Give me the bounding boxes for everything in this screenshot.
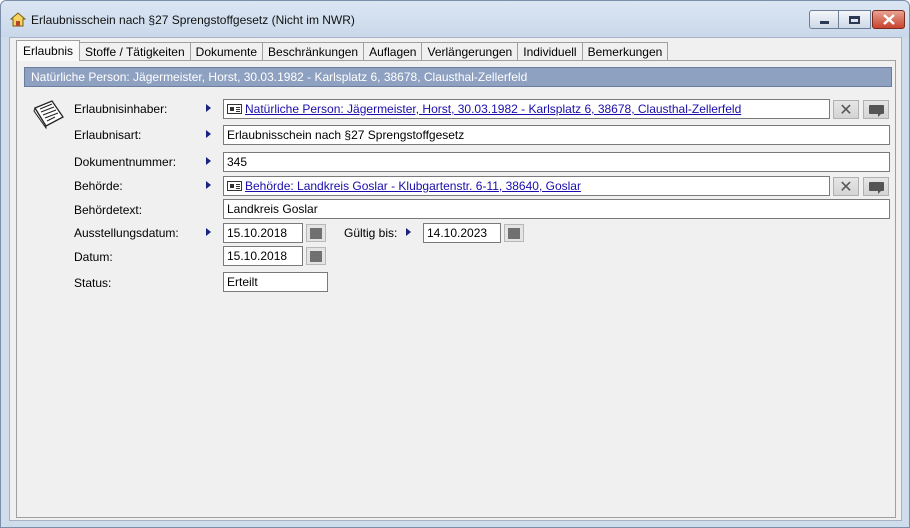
behoerde-clear-button[interactable]: ✕ [833, 177, 859, 196]
calendar-icon [508, 227, 520, 239]
status-field[interactable]: Erteilt [223, 272, 328, 292]
dokumentnummer-label: Dokumentnummer: [74, 155, 177, 169]
authority-card-icon [227, 181, 242, 191]
record-header: Natürliche Person: Jägermeister, Horst, … [24, 67, 892, 87]
calendar-icon [310, 227, 322, 239]
tab-bemerkungen[interactable]: Bemerkungen [582, 42, 669, 61]
close-icon [882, 14, 895, 25]
permit-document-icon [33, 100, 64, 129]
behoerde-link[interactable]: Behörde: Landkreis Goslar - Klubgartenst… [245, 179, 581, 193]
minimize-icon [819, 21, 829, 24]
clear-icon: ✕ [839, 176, 853, 196]
main-window: Erlaubnisschein nach §27 Sprengstoffgese… [0, 0, 910, 528]
gueltig-bis-calendar-button[interactable] [504, 224, 524, 242]
behoerdetext-label: Behördetext: [74, 203, 143, 217]
behoerdetext-field[interactable]: Landkreis Goslar [223, 199, 890, 219]
maximize-button[interactable] [839, 10, 871, 29]
erlaubnisinhaber-clear-button[interactable]: ✕ [833, 100, 859, 119]
erlaubnisinhaber-arrow-icon[interactable] [206, 104, 211, 112]
ausstellungsdatum-label: Ausstellungsdatum: [74, 226, 179, 240]
tab-individuell[interactable]: Individuell [518, 42, 583, 61]
calendar-icon [310, 250, 322, 262]
dokumentnummer-field[interactable]: 345 [223, 152, 890, 172]
close-button[interactable] [872, 10, 905, 29]
ausstellungsdatum-arrow-icon[interactable] [206, 228, 211, 236]
clear-icon: ✕ [839, 99, 853, 119]
datum-field[interactable]: 15.10.2018 [223, 246, 303, 266]
tab-strip: Erlaubnis Stoffe / Tätigkeiten Dokumente… [16, 40, 669, 61]
gueltig-bis-arrow-icon[interactable] [406, 228, 411, 236]
behoerde-arrow-icon[interactable] [206, 181, 211, 189]
erlaubnisinhaber-comment-button[interactable] [863, 100, 889, 119]
ausstellungsdatum-field[interactable]: 15.10.2018 [223, 223, 303, 243]
erlaubnisart-field[interactable]: Erlaubnisschein nach §27 Sprengstoffgese… [223, 125, 890, 145]
tab-verlaengerungen[interactable]: Verlängerungen [422, 42, 519, 61]
erlaubnisinhaber-label: Erlaubnisinhaber: [74, 102, 168, 116]
minimize-button[interactable] [809, 10, 839, 29]
dokumentnummer-arrow-icon[interactable] [206, 157, 211, 165]
tab-page-erlaubnis: Natürliche Person: Jägermeister, Horst, … [16, 60, 896, 518]
erlaubnisart-label: Erlaubnisart: [74, 128, 142, 142]
gueltig-bis-label: Gültig bis: [344, 226, 398, 240]
ausstellungsdatum-calendar-button[interactable] [306, 224, 326, 242]
erlaubnisinhaber-field[interactable]: Natürliche Person: Jägermeister, Horst, … [223, 99, 830, 119]
tab-dokumente[interactable]: Dokumente [190, 42, 264, 61]
datum-label: Datum: [74, 250, 113, 264]
comment-icon [868, 105, 884, 117]
house-key-icon [10, 12, 26, 27]
gueltig-bis-field[interactable]: 14.10.2023 [423, 223, 501, 243]
behoerde-field[interactable]: Behörde: Landkreis Goslar - Klubgartenst… [223, 176, 830, 196]
title-bar[interactable]: Erlaubnisschein nach §27 Sprengstoffgese… [1, 1, 909, 37]
tab-auflagen[interactable]: Auflagen [364, 42, 423, 61]
status-label: Status: [74, 276, 112, 290]
behoerde-label: Behörde: [74, 179, 123, 193]
tab-beschraenkungen[interactable]: Beschränkungen [263, 42, 365, 61]
maximize-icon [849, 15, 860, 24]
tab-stoffe-taetigkeiten[interactable]: Stoffe / Tätigkeiten [80, 42, 191, 61]
erlaubnisart-arrow-icon[interactable] [206, 130, 211, 138]
datum-calendar-button[interactable] [306, 247, 326, 265]
window-title: Erlaubnisschein nach §27 Sprengstoffgese… [31, 13, 355, 27]
comment-icon [868, 182, 884, 194]
tab-erlaubnis[interactable]: Erlaubnis [16, 40, 81, 61]
client-area: Erlaubnis Stoffe / Tätigkeiten Dokumente… [9, 37, 902, 521]
person-card-icon [227, 104, 242, 114]
erlaubnisinhaber-link[interactable]: Natürliche Person: Jägermeister, Horst, … [245, 102, 741, 116]
behoerde-comment-button[interactable] [863, 177, 889, 196]
